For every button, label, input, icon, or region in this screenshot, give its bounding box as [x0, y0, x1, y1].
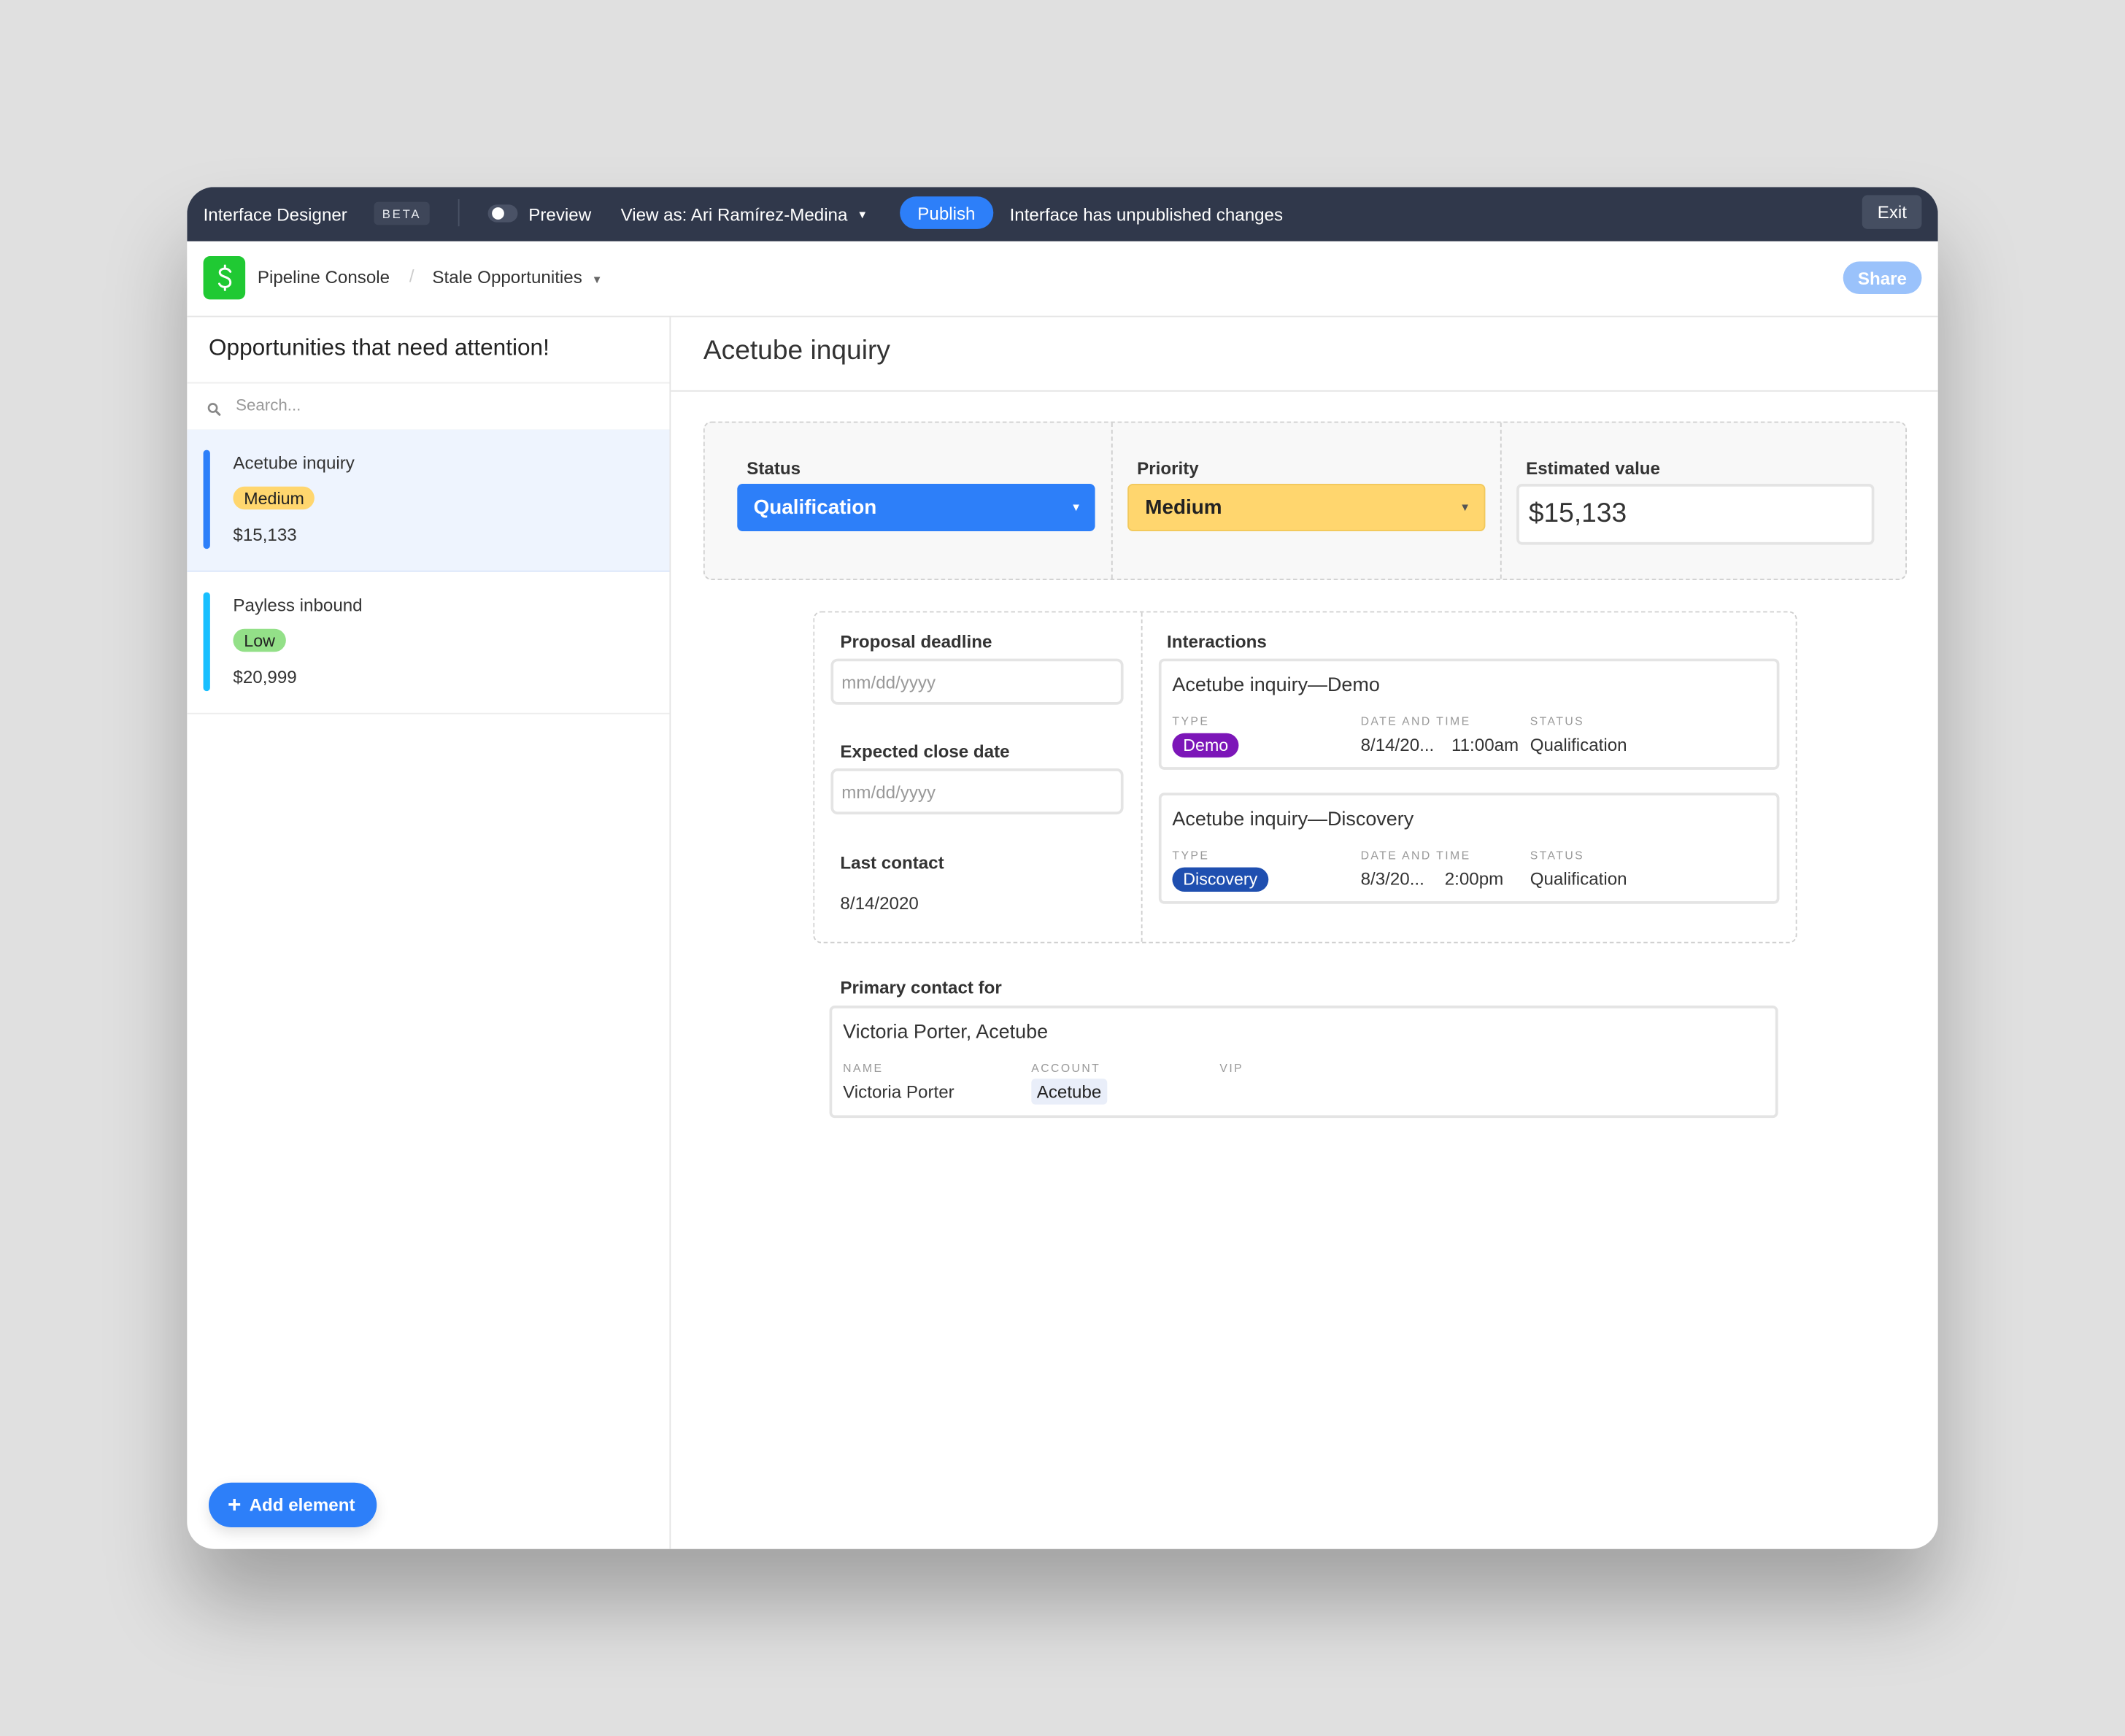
search-icon	[207, 398, 221, 423]
record-title: Acetube inquiry—Demo	[1172, 674, 1380, 697]
designer-toolbar: Interface Designer BETA Preview View as:…	[187, 187, 1938, 242]
priority-pill: Low	[233, 628, 286, 652]
column-header: STATUS	[1530, 848, 1585, 863]
caret-down-icon: ▼	[1071, 501, 1081, 514]
type-pill: Demo	[1172, 733, 1240, 758]
interface-header: Pipeline Console / Stale Opportunities ▼ …	[187, 242, 1938, 317]
account-chip: Acetube	[1031, 1079, 1107, 1105]
field-row-top: Status Qualification ▼ Priority Medium ▼…	[703, 421, 1907, 580]
expected-close-date-input[interactable]: mm/dd/yyyy	[830, 768, 1124, 815]
list-title: Opportunities that need attention!	[209, 334, 549, 360]
record-date: 8/3/20...	[1360, 868, 1424, 890]
record-time: 11:00am	[1451, 734, 1519, 755]
priority-pill: Medium	[233, 486, 315, 510]
list-item[interactable]: Acetube inquiry Medium $15,133	[187, 429, 670, 572]
record-status: Qualification	[1530, 734, 1627, 755]
divider	[671, 390, 1938, 392]
column-header: STATUS	[1530, 714, 1585, 728]
record-date: 8/14/20...	[1360, 734, 1435, 755]
app-title: Interface Designer	[203, 204, 347, 225]
preview-label[interactable]: Preview	[528, 187, 591, 241]
column-header: ACCOUNT	[1031, 1061, 1101, 1075]
designer-window: Interface Designer BETA Preview View as:…	[187, 187, 1938, 1549]
beta-badge: BETA	[374, 201, 430, 225]
item-amount: $15,133	[233, 524, 297, 545]
estimated-value-label: Estimated value	[1526, 458, 1660, 479]
record-title: Acetube inquiry—Discovery	[1172, 809, 1414, 831]
add-element-label: Add element	[249, 1494, 355, 1516]
view-as-dropdown[interactable]: View as: Ari Ramírez-Medina ▼	[621, 187, 868, 241]
color-bar	[203, 592, 210, 692]
column-divider	[1111, 423, 1113, 579]
interactions-label: Interactions	[1167, 631, 1267, 652]
column-header: TYPE	[1172, 848, 1210, 863]
record-status: Qualification	[1530, 868, 1627, 890]
column-header: DATE AND TIME	[1360, 848, 1471, 863]
caret-down-icon: ▼	[1459, 501, 1470, 514]
last-contact-label: Last contact	[840, 852, 944, 873]
caret-down-icon: ▼	[857, 208, 868, 220]
expected-close-date-label: Expected close date	[840, 741, 1010, 762]
item-name: Acetube inquiry	[233, 452, 355, 474]
interaction-record[interactable]: Acetube inquiry—Demo TYPE DATE AND TIME …	[1158, 658, 1780, 770]
primary-contact-record[interactable]: Victoria Porter, Acetube NAME ACCOUNT VI…	[829, 1006, 1778, 1119]
toolbar-divider	[458, 199, 460, 227]
column-header: TYPE	[1172, 714, 1210, 728]
add-element-button[interactable]: + Add element	[209, 1482, 377, 1527]
column-header: NAME	[843, 1061, 884, 1075]
status-select[interactable]: Qualification ▼	[737, 484, 1095, 531]
page-name: Stale Opportunities	[432, 266, 582, 288]
search-input[interactable]	[233, 394, 645, 417]
column-divider	[1141, 612, 1143, 942]
priority-label: Priority	[1137, 458, 1199, 479]
search-bar	[187, 382, 670, 431]
type-pill: Discovery	[1172, 867, 1269, 892]
proposal-deadline-input[interactable]: mm/dd/yyyy	[830, 658, 1124, 705]
exit-button[interactable]: Exit	[1862, 195, 1922, 229]
stage: Interface Designer BETA Preview View as:…	[0, 0, 2125, 1736]
proposal-deadline-label: Proposal deadline	[840, 631, 992, 652]
record-title: Acetube inquiry	[703, 336, 890, 366]
item-name: Payless inbound	[233, 595, 363, 616]
status-value: Qualification	[753, 495, 877, 520]
dollar-logo-icon	[203, 256, 246, 300]
list-item[interactable]: Payless inbound Low $20,999	[187, 572, 670, 714]
plus-icon: +	[228, 1491, 242, 1518]
column-divider	[1500, 423, 1502, 579]
priority-value: Medium	[1145, 495, 1222, 520]
breadcrumb-page-dropdown[interactable]: Stale Opportunities ▼	[432, 267, 602, 288]
interaction-record[interactable]: Acetube inquiry—Discovery TYPE DATE AND …	[1158, 792, 1780, 904]
opportunity-list-panel: Opportunities that need attention! Acetu…	[187, 317, 671, 1549]
breadcrumb-separator: /	[409, 266, 414, 286]
column-header: DATE AND TIME	[1360, 714, 1471, 728]
estimated-value-input[interactable]: $15,133	[1516, 484, 1875, 545]
share-button[interactable]: Share	[1843, 261, 1922, 294]
publish-status: Interface has unpublished changes	[1009, 204, 1284, 225]
publish-button[interactable]: Publish	[900, 196, 993, 229]
record-time: 2:00pm	[1444, 868, 1504, 890]
preview-toggle[interactable]	[487, 204, 518, 223]
color-bar	[203, 450, 210, 549]
column-header: VIP	[1219, 1061, 1244, 1075]
view-as-label: View as: Ari Ramírez-Medina	[620, 204, 848, 225]
status-label: Status	[747, 458, 801, 479]
caret-down-icon: ▼	[591, 274, 603, 286]
last-contact-value: 8/14/2020	[840, 892, 919, 914]
field-row-middle: Proposal deadline mm/dd/yyyy Expected cl…	[813, 611, 1797, 944]
contact-title: Victoria Porter, Acetube	[843, 1022, 1049, 1043]
record-detail: Acetube inquiry Status Qualification ▼ P…	[671, 317, 1938, 1549]
item-amount: $20,999	[233, 666, 297, 687]
primary-contact-label: Primary contact for	[840, 977, 1002, 998]
toggle-knob	[492, 207, 504, 220]
breadcrumb-app[interactable]: Pipeline Console	[258, 267, 390, 288]
priority-select[interactable]: Medium ▼	[1127, 484, 1486, 531]
contact-name: Victoria Porter	[843, 1081, 954, 1102]
